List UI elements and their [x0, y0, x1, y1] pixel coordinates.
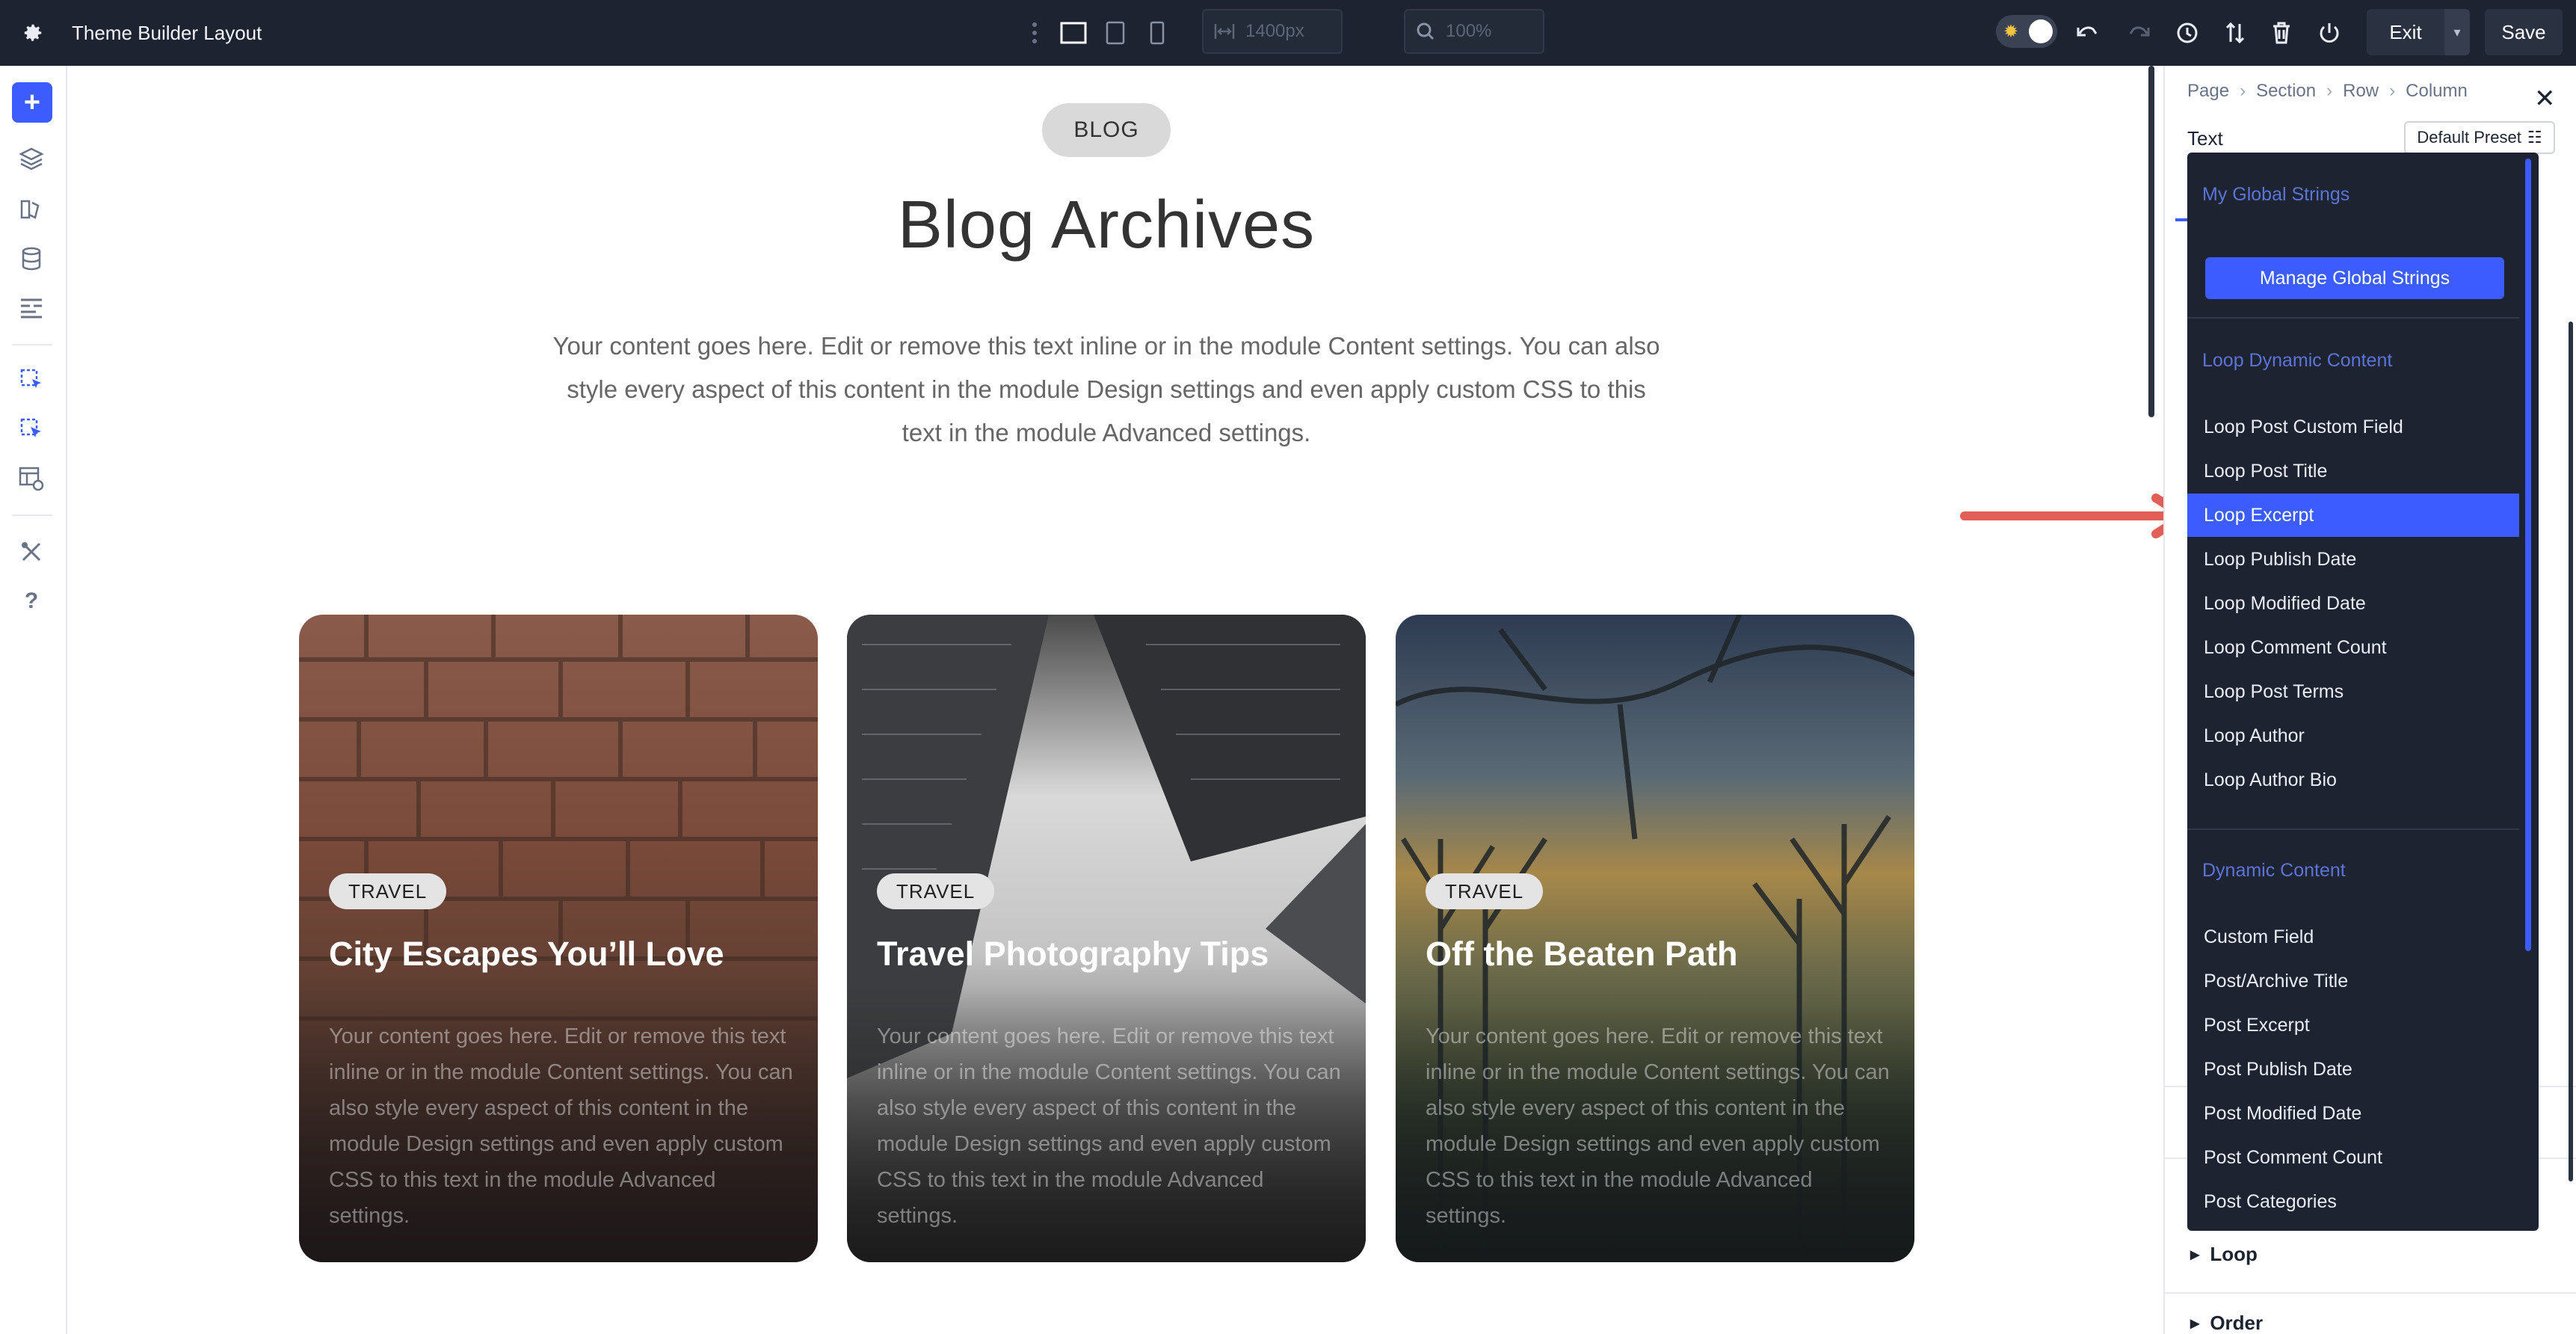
dropdown-divider	[2187, 829, 2519, 830]
preset-label: Default Preset	[2417, 128, 2521, 147]
theme-toggle[interactable]: ✹	[1996, 15, 2057, 48]
left-sidebar: + ?	[0, 66, 67, 1334]
phone-view-icon[interactable]	[1141, 0, 1174, 66]
manage-global-strings-button[interactable]: Manage Global Strings	[2205, 257, 2504, 299]
card-category-tag[interactable]: TRAVEL	[1426, 873, 1544, 909]
power-icon[interactable]	[2313, 0, 2346, 66]
dropdown-item-loop-post-title[interactable]: Loop Post Title	[2187, 449, 2519, 493]
toggle-knob	[2029, 19, 2053, 43]
breadcrumb-row[interactable]: Row	[2343, 81, 2379, 102]
card-excerpt[interactable]: Your content goes here. Edit or remove t…	[1426, 1018, 1892, 1234]
dynamic-content-heading: Dynamic Content	[2202, 860, 2346, 881]
breadcrumb-column[interactable]: Column	[2406, 81, 2468, 102]
intro-text[interactable]: Your content goes here. Edit or remove t…	[546, 325, 1667, 455]
caret-right-icon: ▶	[2190, 1317, 2200, 1330]
redo-icon[interactable]	[2121, 0, 2154, 66]
card-category-tag[interactable]: TRAVEL	[329, 873, 447, 909]
chevron-right-icon: ›	[2389, 81, 2396, 101]
card-title[interactable]: Travel Photography Tips	[877, 935, 1355, 974]
loop-section-label: Loop	[2210, 1243, 2258, 1265]
dropdown-item-loop-post-terms[interactable]: Loop Post Terms	[2187, 670, 2519, 713]
dropdown-item-loop-post-custom-field[interactable]: Loop Post Custom Field	[2187, 405, 2519, 449]
top-toolbar: Theme Builder Layout 1400px 100% ✹ Exit	[0, 0, 2576, 66]
order-section-toggle[interactable]: ▶ Order	[2190, 1312, 2263, 1334]
dropdown-item-loop-author-bio[interactable]: Loop Author Bio	[2187, 758, 2519, 802]
global-strings-heading: My Global Strings	[2202, 184, 2350, 205]
exit-button[interactable]: Exit	[2367, 9, 2444, 55]
card-title[interactable]: Off the Beaten Path	[1426, 935, 1904, 974]
breadcrumb: Page › Section › Row › Column	[2187, 81, 2468, 102]
module-title: Text	[2187, 127, 2223, 150]
add-module-plus-icon[interactable]: +	[12, 82, 52, 123]
width-arrows-icon	[1214, 24, 1235, 39]
tablet-view-icon[interactable]	[1099, 0, 1132, 66]
chevron-right-icon: ›	[2326, 81, 2333, 101]
layout-sections-icon[interactable]	[15, 292, 48, 325]
dropdown-item-post-categories[interactable]: Post Categories	[2187, 1180, 2519, 1223]
exit-dropdown-caret-icon[interactable]: ▾	[2444, 9, 2470, 55]
dropdown-item-post-comment-count[interactable]: Post Comment Count	[2187, 1136, 2519, 1179]
dropdown-item-loop-comment-count[interactable]: Loop Comment Count	[2187, 626, 2519, 669]
panel-divider	[2163, 1292, 2576, 1294]
trash-icon[interactable]	[2265, 0, 2298, 66]
panel-scrollbar[interactable]	[2569, 322, 2573, 1181]
rail-divider	[12, 344, 52, 345]
dropdown-item-loop-modified-date[interactable]: Loop Modified Date	[2187, 582, 2519, 625]
app-title: Theme Builder Layout	[72, 21, 262, 44]
chevron-right-icon: ›	[2240, 81, 2246, 101]
dropdown-item-post-excerpt[interactable]: Post Excerpt	[2187, 1003, 2519, 1047]
design-library-icon[interactable]	[15, 193, 48, 226]
history-icon[interactable]	[2171, 0, 2204, 66]
zoom-value: 100%	[1446, 21, 1492, 41]
caret-right-icon: ▶	[2190, 1248, 2200, 1261]
save-button[interactable]: Save	[2485, 9, 2563, 55]
dropdown-scrollbar[interactable]	[2525, 159, 2531, 951]
element-picker-icon[interactable]	[15, 413, 48, 446]
breadcrumb-page[interactable]: Page	[2187, 81, 2229, 102]
settings-gear-icon[interactable]	[18, 0, 48, 66]
tools-icon[interactable]	[15, 535, 48, 568]
blog-card[interactable]: TRAVEL City Escapes You’ll Love Your con…	[299, 615, 818, 1262]
canvas-width-input[interactable]: 1400px	[1202, 9, 1343, 54]
blog-card[interactable]: TRAVEL Travel Photography Tips Your cont…	[847, 615, 1366, 1262]
card-title[interactable]: City Escapes You’ll Love	[329, 935, 807, 974]
dropdown-item-post-archive-title[interactable]: Post/Archive Title	[2187, 959, 2519, 1003]
rail-divider	[12, 514, 52, 516]
desktop-view-icon[interactable]	[1057, 0, 1090, 66]
dropdown-item-post-modified-date[interactable]: Post Modified Date	[2187, 1092, 2519, 1135]
card-excerpt[interactable]: Your content goes here. Edit or remove t…	[877, 1018, 1343, 1234]
sun-icon: ✹	[2003, 22, 2019, 42]
breadcrumb-section[interactable]: Section	[2256, 81, 2316, 102]
dropdown-item-loop-publish-date[interactable]: Loop Publish Date	[2187, 538, 2519, 581]
help-icon[interactable]: ?	[15, 585, 48, 618]
dropdown-item-custom-field[interactable]: Custom Field	[2187, 915, 2519, 959]
database-icon[interactable]	[15, 242, 48, 275]
more-options-icon[interactable]	[1018, 0, 1051, 66]
loop-builder-icon[interactable]	[15, 363, 48, 396]
layers-icon[interactable]	[15, 142, 48, 175]
card-excerpt[interactable]: Your content goes here. Edit or remove t…	[329, 1018, 795, 1234]
loop-section-toggle[interactable]: ▶ Loop	[2190, 1243, 2258, 1266]
preview-template-icon[interactable]	[15, 462, 48, 495]
dropdown-item-loop-excerpt[interactable]: Loop Excerpt	[2187, 494, 2519, 537]
close-icon[interactable]: ✕	[2534, 84, 2556, 114]
annotation-arrow-icon	[1960, 494, 2189, 538]
undo-icon[interactable]	[2072, 0, 2105, 66]
loop-dynamic-heading: Loop Dynamic Content	[2202, 350, 2393, 371]
sliders-icon: ☷	[2527, 128, 2542, 147]
card-category-tag[interactable]: TRAVEL	[877, 873, 995, 909]
order-section-label: Order	[2210, 1312, 2264, 1334]
dropdown-divider	[2187, 317, 2519, 319]
canvas-scrollbar[interactable]	[2148, 66, 2154, 417]
zoom-input[interactable]: 100%	[1404, 9, 1544, 54]
dropdown-item-loop-author[interactable]: Loop Author	[2187, 714, 2519, 757]
dropdown-item-post-publish-date[interactable]: Post Publish Date	[2187, 1048, 2519, 1091]
preset-selector[interactable]: Default Preset ☷	[2404, 121, 2555, 154]
zoom-search-icon	[1417, 22, 1435, 40]
portability-icon[interactable]	[2219, 0, 2252, 66]
blog-badge[interactable]: BLOG	[1042, 103, 1171, 157]
blog-card[interactable]: TRAVEL Off the Beaten Path Your content …	[1396, 615, 1914, 1262]
canvas-width-value: 1400px	[1245, 21, 1304, 41]
page-heading[interactable]: Blog Archives	[673, 187, 1540, 264]
